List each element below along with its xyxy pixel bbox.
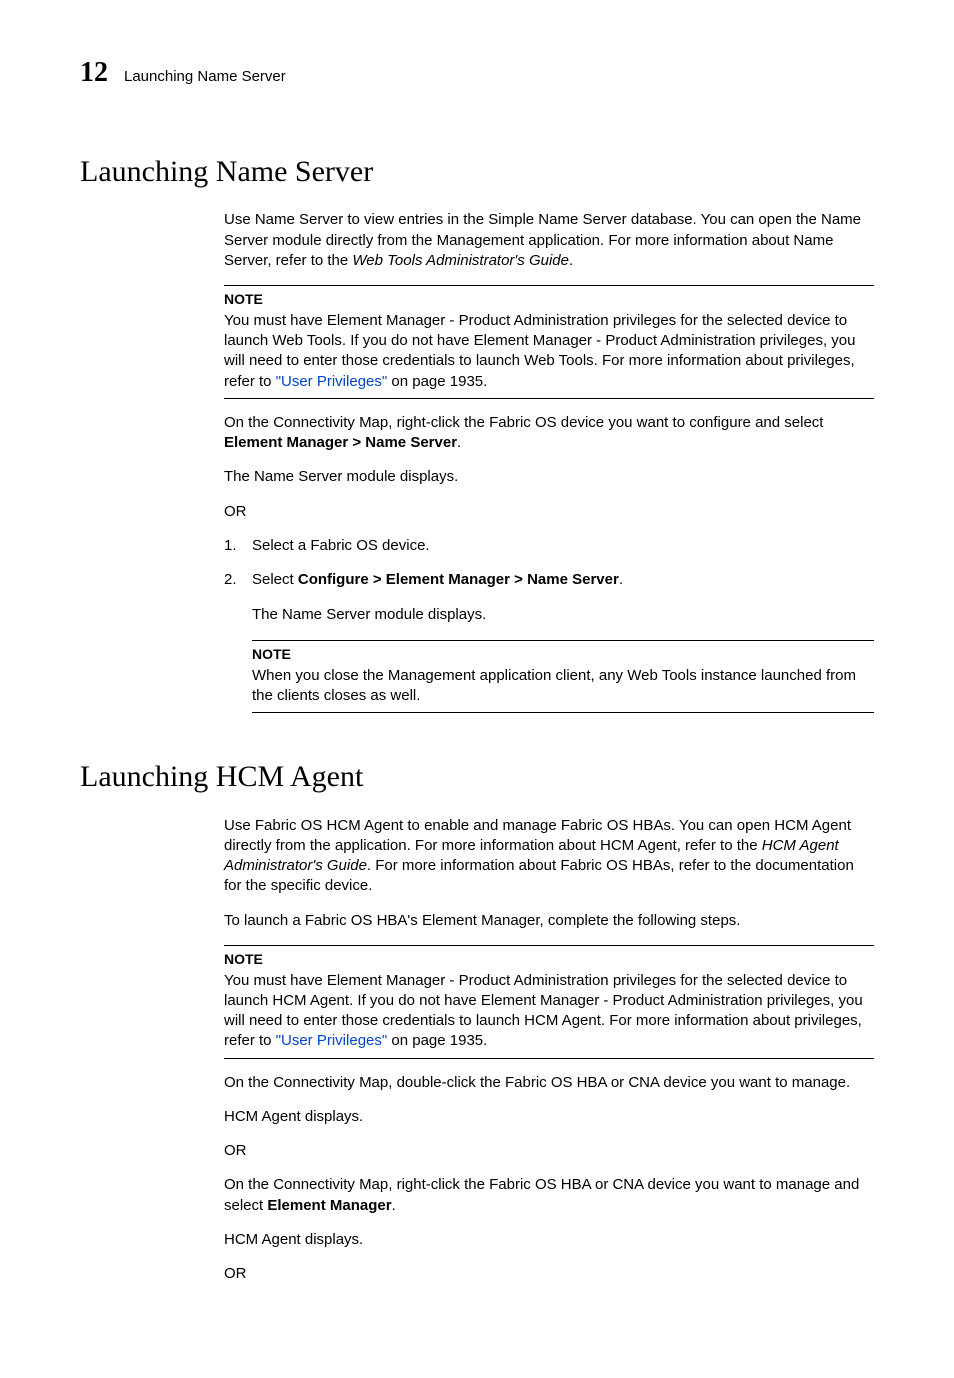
text: on page 1935. (387, 1032, 487, 1049)
text: . (619, 571, 623, 588)
note-text: You must have Element Manager - Product … (224, 971, 874, 1052)
instruction-paragraph: On the Connectivity Map, right-click the… (224, 1175, 874, 1216)
chapter-number: 12 (80, 54, 108, 92)
instruction-paragraph: On the Connectivity Map, double-click th… (224, 1073, 874, 1093)
note-text: You must have Element Manager - Product … (224, 311, 874, 392)
step-list: Select a Fabric OS device. Select Config… (224, 536, 874, 591)
user-privileges-link[interactable]: "User Privileges" (276, 1032, 388, 1049)
note-text: When you close the Management applicatio… (252, 666, 874, 707)
menu-path: Element Manager (267, 1197, 391, 1214)
instruction-paragraph: On the Connectivity Map, right-click the… (224, 413, 874, 454)
guide-title: Web Tools Administrator's Guide (352, 252, 569, 269)
page-header: 12 Launching Name Server (80, 54, 874, 92)
text: On the Connectivity Map, right-click the… (224, 414, 823, 431)
note-block: NOTE You must have Element Manager - Pro… (224, 945, 874, 1059)
step-result: The Name Server module displays. (252, 605, 874, 625)
intro-paragraph: Use Name Server to view entries in the S… (224, 210, 874, 271)
intro-paragraph: Use Fabric OS HCM Agent to enable and ma… (224, 816, 874, 897)
result-paragraph: HCM Agent displays. (224, 1230, 874, 1250)
note-label: NOTE (224, 290, 874, 309)
text: . (457, 434, 461, 451)
result-paragraph: HCM Agent displays. (224, 1107, 874, 1127)
or-separator: OR (224, 502, 874, 522)
text: Select (252, 571, 298, 588)
text: . (569, 252, 573, 269)
step-2: Select Configure > Element Manager > Nam… (224, 570, 874, 590)
note-block: NOTE You must have Element Manager - Pro… (224, 285, 874, 399)
note-block: NOTE When you close the Management appli… (252, 640, 874, 713)
note-label: NOTE (224, 950, 874, 969)
step-1: Select a Fabric OS device. (224, 536, 874, 556)
text: Use Fabric OS HCM Agent to enable and ma… (224, 817, 851, 854)
note-label: NOTE (252, 645, 874, 664)
text: . (392, 1197, 396, 1214)
heading-launching-hcm-agent: Launching HCM Agent (80, 757, 874, 798)
menu-path: Configure > Element Manager > Name Serve… (298, 571, 619, 588)
text: on page 1935. (387, 373, 487, 390)
running-title: Launching Name Server (124, 67, 286, 87)
user-privileges-link[interactable]: "User Privileges" (276, 373, 388, 390)
result-paragraph: The Name Server module displays. (224, 467, 874, 487)
launch-paragraph: To launch a Fabric OS HBA's Element Mana… (224, 911, 874, 931)
or-separator: OR (224, 1264, 874, 1284)
menu-path: Element Manager > Name Server (224, 434, 457, 451)
or-separator: OR (224, 1141, 874, 1161)
heading-launching-name-server: Launching Name Server (80, 152, 874, 193)
